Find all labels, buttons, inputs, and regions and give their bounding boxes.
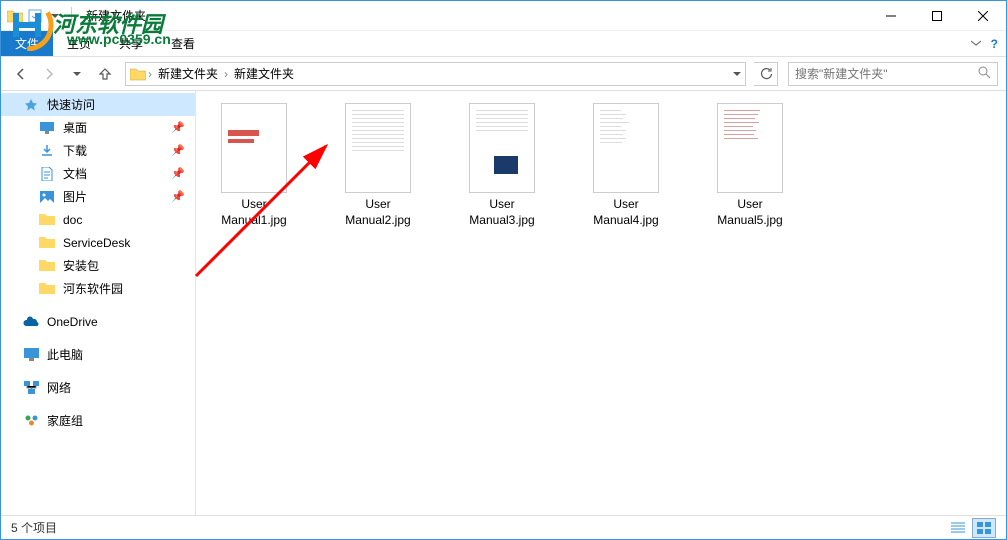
file-item[interactable]: User Manual3.jpg (454, 99, 550, 232)
refresh-button[interactable] (754, 62, 778, 86)
title-bar: 新建文件夹 (1, 1, 1006, 31)
folder-icon (39, 258, 55, 274)
close-button[interactable] (960, 1, 1006, 31)
search-input[interactable] (795, 67, 977, 81)
thumbnails-view-button[interactable] (972, 518, 996, 538)
file-list-pane[interactable]: User Manual1.jpg User Manual2.jpg User M… (196, 91, 1006, 515)
pin-icon: 📌 (171, 190, 185, 203)
address-bar[interactable]: › 新建文件夹 › 新建文件夹 (125, 62, 746, 86)
tab-home[interactable]: 主页 (53, 31, 105, 56)
file-name: User Manual3.jpg (458, 197, 546, 228)
status-bar: 5 个项目 (1, 515, 1006, 539)
homegroup-icon (23, 413, 39, 429)
pin-icon: 📌 (171, 121, 185, 134)
file-item[interactable]: User Manual4.jpg (578, 99, 674, 232)
recent-dropdown[interactable] (65, 62, 89, 86)
sidebar-quick-access[interactable]: 快速访问 (1, 93, 195, 116)
forward-button[interactable] (37, 62, 61, 86)
network-icon (23, 380, 39, 396)
search-box[interactable] (788, 62, 998, 86)
tab-share[interactable]: 共享 (105, 31, 157, 56)
ribbon-expand-icon[interactable] (971, 37, 981, 51)
sidebar-folder-servicedesk[interactable]: ServiceDesk (1, 231, 195, 254)
onedrive-icon (23, 314, 39, 330)
sidebar-homegroup[interactable]: 家庭组 (1, 409, 195, 432)
tab-view[interactable]: 查看 (157, 31, 209, 56)
folder-icon (39, 235, 55, 251)
thumbnail (717, 103, 783, 193)
file-name: User Manual5.jpg (706, 197, 794, 228)
pictures-icon (39, 189, 55, 205)
folder-icon (39, 212, 55, 228)
file-name: User Manual1.jpg (210, 197, 298, 228)
navigation-pane: 快速访问 桌面 📌 下载 📌 文档 📌 图片 📌 doc Servi (1, 91, 196, 515)
minimize-button[interactable] (868, 1, 914, 31)
thumbnail (221, 103, 287, 193)
crumb-1[interactable]: 新建文件夹 (230, 65, 298, 82)
star-icon (23, 97, 39, 113)
pin-icon: 📌 (171, 167, 185, 180)
file-name: User Manual4.jpg (582, 197, 670, 228)
pin-icon: 📌 (171, 144, 185, 157)
sidebar-thispc[interactable]: 此电脑 (1, 343, 195, 366)
qa-properties-icon[interactable] (27, 8, 43, 24)
pc-icon (23, 347, 39, 363)
thumbnail (593, 103, 659, 193)
thumbnail (345, 103, 411, 193)
file-item[interactable]: User Manual5.jpg (702, 99, 798, 232)
help-icon[interactable]: ? (991, 37, 998, 51)
qa-dropdown-icon[interactable] (47, 8, 63, 24)
sidebar-pictures[interactable]: 图片 📌 (1, 185, 195, 208)
folder-icon (39, 281, 55, 297)
file-item[interactable]: User Manual2.jpg (330, 99, 426, 232)
sidebar-folder-doc[interactable]: doc (1, 208, 195, 231)
search-icon[interactable] (977, 65, 991, 82)
sidebar-folder-hedong[interactable]: 河东软件园 (1, 277, 195, 300)
downloads-icon (39, 143, 55, 159)
file-name: User Manual2.jpg (334, 197, 422, 228)
file-item[interactable]: User Manual1.jpg (206, 99, 302, 232)
sidebar-downloads[interactable]: 下载 📌 (1, 139, 195, 162)
navigation-bar: › 新建文件夹 › 新建文件夹 (1, 57, 1006, 91)
up-button[interactable] (93, 62, 117, 86)
desktop-icon (39, 120, 55, 136)
maximize-button[interactable] (914, 1, 960, 31)
crumb-0[interactable]: 新建文件夹 (154, 65, 222, 82)
ribbon-tabs: 文件 主页 共享 查看 ? (1, 31, 1006, 57)
sidebar-documents[interactable]: 文档 📌 (1, 162, 195, 185)
details-view-button[interactable] (946, 518, 970, 538)
back-button[interactable] (9, 62, 33, 86)
thumbnail (469, 103, 535, 193)
sidebar-folder-install[interactable]: 安装包 (1, 254, 195, 277)
documents-icon (39, 166, 55, 182)
address-dropdown-icon[interactable] (733, 67, 741, 81)
window-title: 新建文件夹 (86, 7, 146, 24)
sidebar-network[interactable]: 网络 (1, 376, 195, 399)
folder-icon (7, 8, 23, 24)
sidebar-desktop[interactable]: 桌面 📌 (1, 116, 195, 139)
tab-file[interactable]: 文件 (1, 31, 53, 56)
sidebar-onedrive[interactable]: OneDrive (1, 310, 195, 333)
item-count: 5 个项目 (11, 519, 57, 536)
